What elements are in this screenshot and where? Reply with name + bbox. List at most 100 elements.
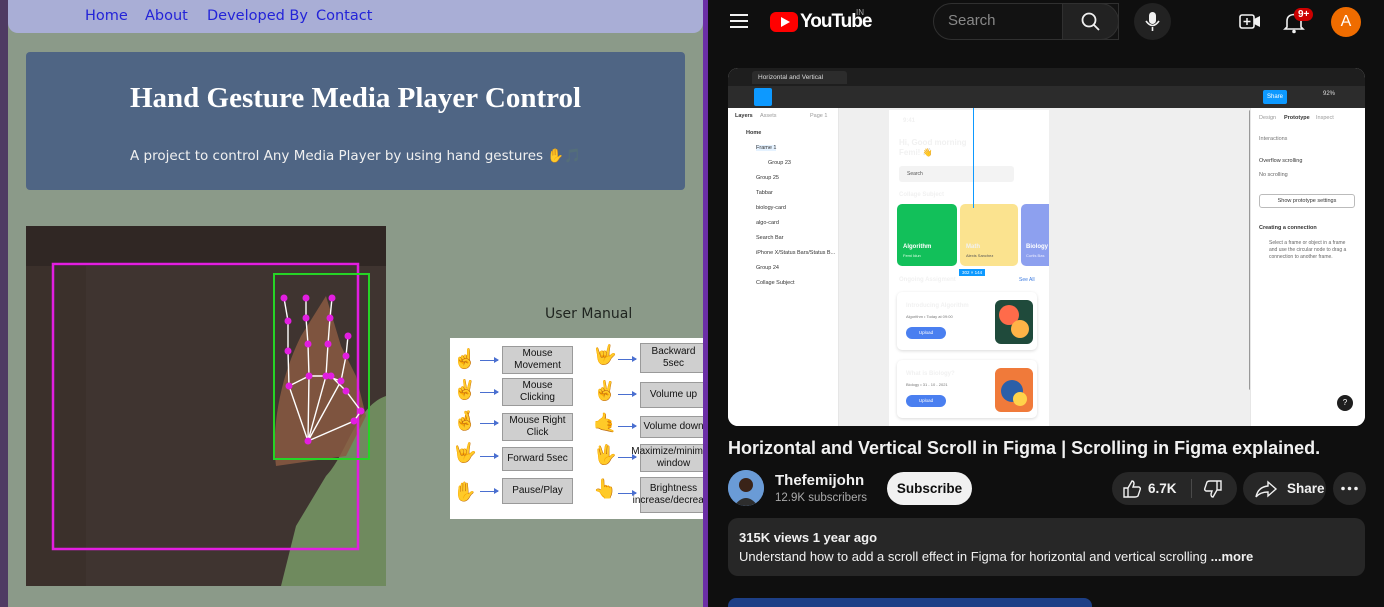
webcam-feed	[26, 226, 386, 586]
layer-item: Tabbar	[756, 190, 773, 196]
nav-developed-by-link[interactable]: Developed By	[207, 8, 308, 24]
manual-item-mouse-clicking: Mouse Clicking	[502, 378, 573, 406]
layer-item: Home	[746, 130, 762, 136]
arrow-icon	[480, 420, 499, 426]
arrow-icon	[618, 356, 637, 362]
layer-item: Group 25	[756, 175, 779, 181]
show-prototype-settings-button: Show prototype settings	[1259, 194, 1355, 208]
assignment-thumbnail	[995, 300, 1033, 344]
assignment-card: Introducing Algorithm Algorithm • Today …	[897, 292, 1037, 350]
search-button[interactable]	[1062, 3, 1119, 40]
layer-item: Group 23	[768, 160, 791, 166]
nav-about-link[interactable]: About	[145, 8, 188, 24]
youtube-logo-icon[interactable]	[770, 12, 798, 32]
description-box[interactable]: 315K views 1 year ago Understand how to …	[728, 518, 1365, 576]
layer-item: Frame 1	[756, 145, 777, 151]
figma-share-button: Share	[1263, 90, 1287, 104]
phone-search-bar: Search	[899, 166, 1014, 182]
more-dots-icon	[1341, 486, 1358, 491]
arrow-icon	[480, 389, 499, 395]
top-nav: Home About Developed By Contact	[8, 0, 703, 33]
nav-contact-link[interactable]: Contact	[316, 8, 372, 24]
account-avatar[interactable]: A	[1331, 7, 1361, 37]
subscribe-button[interactable]: Subscribe	[887, 472, 972, 505]
dislike-icon[interactable]	[1202, 478, 1224, 500]
see-all-link: See All	[1019, 277, 1035, 283]
assets-tab: Assets	[760, 113, 777, 119]
page-title: Hand Gesture Media Player Control	[129, 82, 582, 114]
zoom-level: 92%	[1323, 91, 1336, 97]
assignment-card: What is Biology? Biology • 31 - 10 - 202…	[897, 360, 1037, 418]
card-subtitle: Alexis Sanchez	[966, 253, 994, 258]
phone-frame: 9:41 Hi, Good morning Femi! 👋 Search Col…	[889, 110, 1049, 426]
open-hand-icon: ✋	[453, 482, 477, 503]
collage-heading: Collage Subject	[899, 192, 945, 198]
card-biology: Biology Curtis Bas	[1021, 204, 1049, 266]
figma-layers-panel: Layers Assets Page 1 Home Frame 1 Group …	[728, 108, 839, 426]
like-icon[interactable]	[1121, 478, 1143, 500]
manual-item-forward: Forward 5sec	[502, 447, 573, 471]
card-title: Algorithm	[903, 244, 932, 250]
more-actions-button[interactable]	[1333, 472, 1366, 505]
connection-title: Creating a connection	[1259, 225, 1317, 231]
user-manual-table: ☝ Mouse Movement ✌ Mouse Clicking 🤞 Mous…	[450, 338, 703, 519]
user-manual-title: User Manual	[545, 306, 633, 322]
layer-item: Collage Subject	[756, 280, 795, 286]
status-time: 9:41	[903, 118, 916, 124]
arrow-icon	[480, 488, 499, 494]
window-edge	[0, 0, 8, 607]
crossed-fingers-icon: 🤞	[453, 411, 477, 432]
layer-item: algo-card	[756, 220, 779, 226]
card-subtitle: Femi Idun	[903, 253, 921, 258]
like-count: 6.7K	[1148, 481, 1177, 496]
manual-item-mouse-movement: Mouse Movement	[502, 346, 573, 374]
card-algorithm: Algorithm Femi Idun	[897, 204, 957, 266]
assignment-meta: Biology • 31 - 10 - 2021	[906, 382, 948, 387]
figma-titlebar: Horizontal and Vertical Scroll	[728, 68, 1365, 94]
channel-avatar-image	[728, 470, 764, 506]
channel-name[interactable]: Thefemijohn	[775, 472, 864, 489]
next-video-thumbnail[interactable]	[728, 598, 1092, 607]
notification-badge: 9+	[1294, 8, 1314, 21]
page-selector: Page 1	[810, 113, 828, 119]
share-label: Share	[1287, 481, 1325, 496]
show-more-link[interactable]: ...more	[1207, 549, 1254, 564]
selection-size-tag: 302 × 144	[959, 269, 986, 276]
page-subtitle: A project to control Any Media Player by…	[130, 148, 581, 164]
ongoing-heading: Ongoing Assigment	[899, 277, 956, 283]
video-player[interactable]: Horizontal and Vertical Scroll 92% Share…	[728, 68, 1365, 426]
help-icon: ?	[1337, 395, 1353, 411]
channel-avatar[interactable]	[728, 470, 764, 506]
manual-item-mouse-right-click: Mouse Right Click	[502, 413, 573, 441]
layer-item: Group 24	[756, 265, 779, 271]
greeting-text: Hi, Good morning Femi! 👋	[899, 138, 967, 157]
two-fingers-icon: ✌	[593, 381, 617, 402]
menu-icon[interactable]	[730, 14, 748, 28]
layer-item: Search Bar	[756, 235, 784, 241]
manual-item-brightness: Brightness increase/decrease	[633, 477, 703, 513]
move-tool-icon	[754, 88, 772, 106]
views-and-date: 315K views 1 year ago	[739, 530, 878, 545]
layer-item: iPhone X/Status Bars/Status B...	[756, 250, 836, 256]
description-snippet: Understand how to add a scroll effect in…	[739, 549, 1207, 564]
call-hand-icon: 🤙	[593, 413, 617, 434]
like-separator	[1191, 479, 1192, 498]
layer-item: biology-card	[756, 205, 786, 211]
design-tab: Design	[1259, 115, 1277, 121]
voice-search-button[interactable]	[1134, 3, 1171, 40]
country-code: IN	[856, 8, 864, 17]
assignment-thumbnail	[995, 368, 1033, 412]
card-title: Biology	[1026, 244, 1048, 250]
three-fingers-icon: 🤟	[593, 345, 617, 366]
mic-icon	[1145, 12, 1160, 31]
arrow-icon	[618, 423, 637, 429]
layers-tab: Layers	[735, 113, 753, 119]
gesture-app-window: Home About Developed By Contact Hand Ges…	[0, 0, 703, 607]
figma-prototype-panel: Design Prototype Inspect Interactions Ov…	[1250, 108, 1365, 426]
assignment-meta: Algorithm • Today at 09:00	[906, 314, 953, 319]
share-button[interactable]: Share	[1243, 472, 1326, 505]
create-video-icon[interactable]	[1238, 10, 1262, 34]
manual-item-volume-down: Volume down	[640, 416, 703, 438]
nav-home-link[interactable]: Home	[85, 8, 128, 24]
upload-button: Upload	[906, 395, 946, 407]
